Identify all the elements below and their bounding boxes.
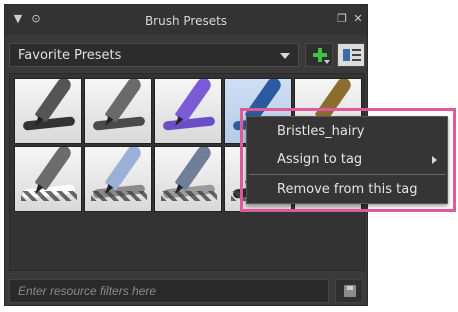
filter-row — [9, 279, 365, 303]
texture-pattern — [91, 191, 147, 201]
menu-item-assign-to-tag[interactable]: Assign to tag — [247, 147, 447, 173]
view-mode-button[interactable] — [337, 43, 365, 67]
add-tag-button[interactable] — [305, 43, 333, 67]
brush-stroke-preview — [22, 116, 76, 131]
brush-preset-tile[interactable] — [14, 146, 82, 212]
preset-toolbar: Favorite Presets — [9, 43, 365, 69]
close-icon[interactable]: ✕ — [351, 12, 365, 26]
texture-pattern — [161, 191, 217, 201]
menu-item-label: Assign to tag — [277, 152, 363, 167]
menu-item-label: Remove from this tag — [277, 182, 418, 197]
docker-titlebar: ▼ ⊙ Brush Presets ❐ ✕ — [5, 5, 367, 35]
menu-separator — [249, 174, 445, 175]
float-icon[interactable]: ❐ — [335, 12, 349, 26]
menu-item-remove-from-tag[interactable]: Remove from this tag — [247, 177, 447, 203]
brush-preset-tile[interactable] — [154, 78, 222, 144]
view-line — [352, 59, 361, 61]
brush-preset-tile[interactable] — [84, 146, 152, 212]
texture-pattern — [21, 191, 77, 201]
chevron-down-icon — [280, 53, 290, 59]
view-line — [352, 49, 361, 51]
menu-item-preset-name[interactable]: Bristles_hairy — [247, 119, 447, 145]
brush-stroke-preview — [92, 116, 146, 131]
save-icon — [344, 285, 356, 297]
preset-context-menu: Bristles_hairy Assign to tag Remove from… — [246, 116, 448, 204]
plus-icon-bar — [313, 53, 327, 57]
menu-item-label: Bristles_hairy — [277, 124, 365, 139]
tag-dropdown[interactable]: Favorite Presets — [9, 43, 299, 67]
brush-preset-tile[interactable] — [154, 146, 222, 212]
dropdown-arrow-icon — [324, 60, 330, 64]
resource-filter-input[interactable] — [9, 279, 329, 303]
brush-preset-tile[interactable] — [84, 78, 152, 144]
tag-dropdown-value: Favorite Presets — [18, 48, 122, 63]
brush-stroke-preview — [162, 116, 216, 131]
view-line — [352, 54, 361, 56]
docker-title: Brush Presets — [144, 14, 228, 28]
view-mode-icon — [343, 49, 350, 61]
brush-preset-tile[interactable] — [14, 78, 82, 144]
save-filter-button[interactable] — [335, 279, 363, 303]
chevron-right-icon — [432, 156, 437, 164]
